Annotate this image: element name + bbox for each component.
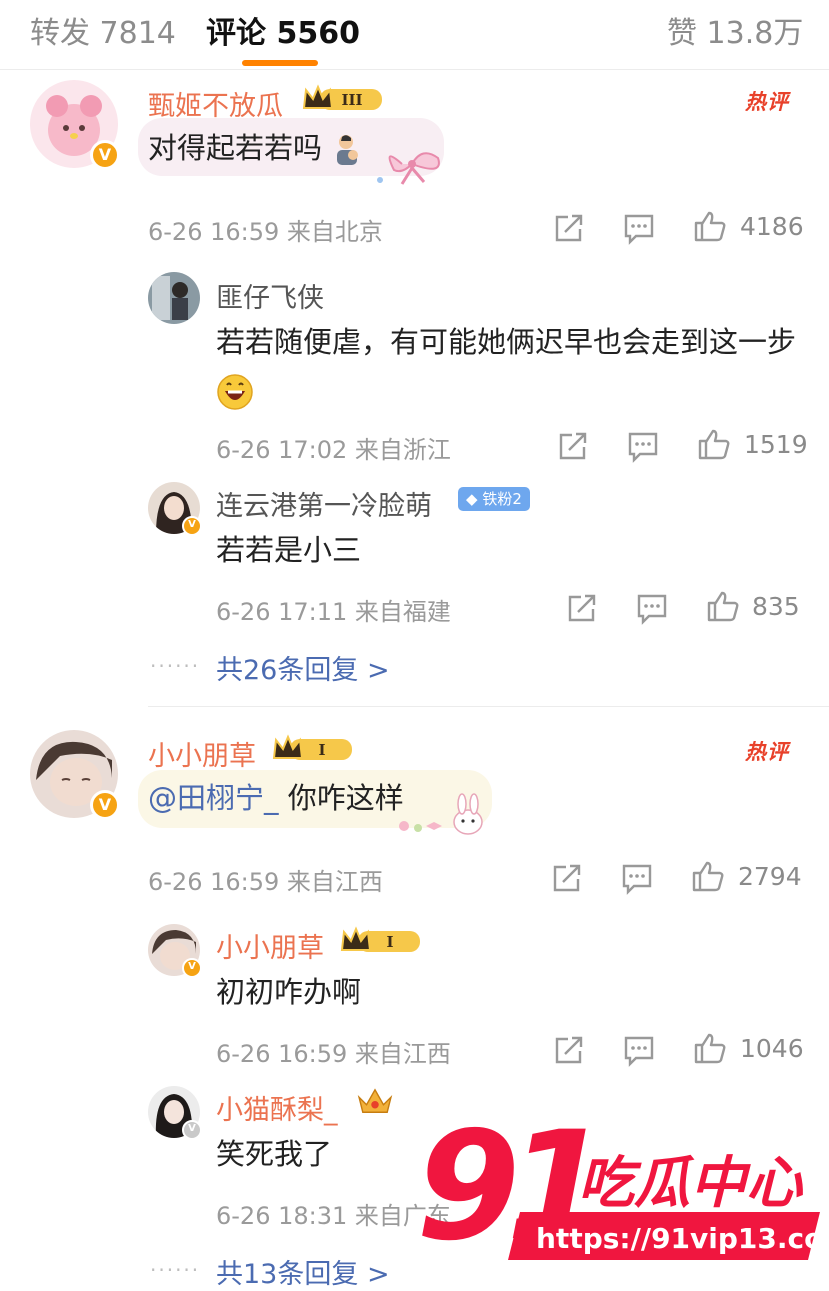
comment-icon[interactable] — [622, 1033, 656, 1067]
share-icon[interactable] — [552, 211, 586, 245]
ellipsis-icon: ······ — [150, 1258, 201, 1282]
active-tab-indicator — [242, 60, 318, 66]
diamond-icon: ◆ — [466, 490, 478, 508]
comment-date: 6-26 16:59 — [148, 218, 280, 246]
vip-level-label: III — [341, 91, 362, 109]
comment-icon[interactable] — [622, 211, 656, 245]
comment-icon[interactable] — [635, 591, 669, 625]
share-icon[interactable] — [552, 1033, 586, 1067]
verified-v-icon: V — [182, 1120, 202, 1140]
reply-meta: 6-26 17:11 来自福建 — [216, 592, 451, 627]
reply-text: 笑死我了 — [216, 1137, 333, 1171]
tab-comment[interactable]: 评论 5560 — [206, 8, 360, 52]
vip-crown-badge-icon: III — [302, 84, 382, 110]
man-holding-baby-icon — [337, 135, 359, 165]
tab-repost-count: 7814 — [99, 16, 176, 51]
share-icon[interactable] — [550, 861, 584, 895]
reply-text: 若若随便虐，有可能她俩迟早也会走到这一步 — [216, 318, 796, 414]
tab-like[interactable]: 赞 13.8万 — [667, 8, 803, 52]
comment-date: 6-26 16:59 — [148, 868, 280, 896]
reply-date: 6-26 17:11 — [216, 598, 348, 626]
like-count: 2794 — [738, 862, 802, 891]
like-icon[interactable] — [693, 209, 727, 243]
tab-bar: 转发 7814 评论 5560 赞 13.8万 — [0, 0, 829, 70]
verified-v-icon: V — [182, 958, 202, 978]
reply-meta: 6-26 17:02 来自浙江 — [216, 430, 451, 465]
reply-text: 初初咋办啊 — [216, 975, 362, 1009]
divider — [148, 706, 829, 707]
like-icon[interactable] — [706, 589, 740, 623]
reply-date: 6-26 16:59 — [216, 1040, 348, 1068]
reply-location: 来自浙江 — [354, 436, 451, 464]
comment-meta: 6-26 16:59 来自江西 — [148, 862, 383, 897]
reply-meta: 6-26 16:59 来自江西 — [216, 1034, 451, 1069]
watermark-url: https://91vip13.com — [536, 1222, 829, 1255]
like-count: 4186 — [740, 212, 804, 241]
like-icon[interactable] — [693, 1031, 727, 1065]
reply-username[interactable]: 小小朋草 — [216, 926, 324, 965]
reply-username[interactable]: 匪仔飞侠 — [216, 276, 324, 315]
tab-comment-label: 评论 — [206, 16, 266, 51]
watermark-graphic: 91 吃瓜中心 https://91vip13.com — [416, 1100, 829, 1274]
comment-icon[interactable] — [620, 861, 654, 895]
like-count: 835 — [752, 592, 800, 621]
like-icon[interactable] — [691, 859, 725, 893]
reply-username[interactable]: 连云港第一冷脸萌 — [216, 484, 432, 523]
comment-location: 来自江西 — [286, 868, 383, 896]
avatar[interactable] — [148, 272, 200, 324]
fan-badge: ◆ 铁粉2 — [458, 487, 530, 511]
like-icon[interactable] — [697, 427, 731, 461]
vip-crown-badge-icon: I — [272, 734, 352, 760]
reply-date: 6-26 17:02 — [216, 436, 348, 464]
grinning-face-icon — [217, 374, 253, 410]
verified-v-icon: V — [90, 140, 120, 170]
ellipsis-icon: ······ — [150, 654, 201, 678]
hot-comment-badge: 热评 — [745, 90, 789, 114]
like-count: 1046 — [740, 1034, 804, 1063]
more-replies-link[interactable]: 共13条回复 > — [216, 1252, 390, 1291]
tab-like-label: 赞 — [667, 16, 697, 51]
username[interactable]: 小小朋草 — [148, 734, 256, 773]
verified-v-icon: V — [90, 790, 120, 820]
tab-repost[interactable]: 转发 7814 — [30, 8, 176, 52]
avatar-image — [148, 272, 200, 324]
bow-decoration-icon — [377, 152, 440, 185]
mention-link[interactable]: @田栩宁_ — [148, 781, 279, 815]
watermark-logo: 91 吃瓜中心 https://91vip13.com — [410, 1100, 829, 1280]
bunny-decoration-icon — [399, 793, 483, 835]
comment-text: 对得起若若吗 — [148, 124, 365, 172]
tab-repost-label: 转发 — [30, 16, 90, 51]
vip-level-label: I — [318, 741, 325, 759]
comment-location: 来自北京 — [286, 218, 383, 246]
vip-level-label: I — [386, 933, 393, 951]
comment-text-content: 你咋这样 — [278, 781, 404, 815]
comment-text: @田栩宁_ 你咋这样 — [148, 774, 404, 822]
reply-location: 来自福建 — [354, 598, 451, 626]
reply-username[interactable]: 小猫酥梨_ — [216, 1088, 338, 1127]
reply-date: 6-26 18:31 — [216, 1202, 348, 1230]
reply-text: 若若是小三 — [216, 533, 362, 567]
reply-text-content: 若若随便虐，有可能她俩迟早也会走到这一步 — [216, 325, 797, 359]
like-count: 1519 — [744, 430, 808, 459]
tab-comment-count: 5560 — [276, 16, 360, 51]
tab-like-count: 13.8万 — [706, 16, 804, 51]
vip-crown-badge-icon — [357, 1088, 393, 1113]
reply-location: 来自江西 — [354, 1040, 451, 1068]
comment-icon[interactable] — [626, 429, 660, 463]
hot-comment-badge: 热评 — [745, 740, 789, 764]
watermark-title: 吃瓜中心 — [578, 1151, 804, 1216]
vip-crown-badge-icon: I — [340, 926, 420, 952]
fan-badge-label: 铁粉2 — [482, 490, 522, 508]
verified-v-icon: V — [182, 516, 202, 536]
more-replies-link[interactable]: 共26条回复 > — [216, 648, 390, 687]
comment-text-content: 对得起若若吗 — [148, 131, 323, 165]
share-icon[interactable] — [565, 591, 599, 625]
share-icon[interactable] — [556, 429, 590, 463]
comment-meta: 6-26 16:59 来自北京 — [148, 212, 383, 247]
